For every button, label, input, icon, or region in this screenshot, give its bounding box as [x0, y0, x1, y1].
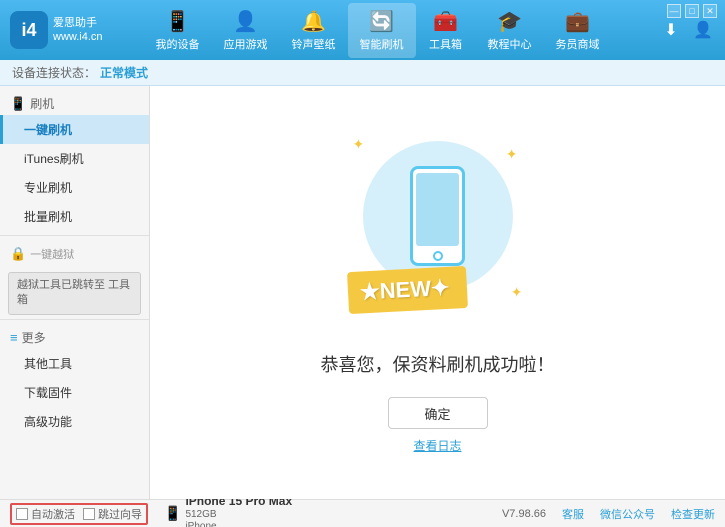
- sidebar-item-other-tools[interactable]: 其他工具: [0, 349, 149, 378]
- nav-toolbox[interactable]: 🧰 工具箱: [416, 3, 476, 58]
- footer: 自动激活 跳过向导 📱 iPhone 15 Pro Max 512GB iPho…: [0, 499, 725, 527]
- footer-checkbox-group: 自动激活 跳过向导: [10, 503, 148, 525]
- view-log-link[interactable]: 查看日志: [413, 437, 461, 454]
- phone-illustration: ✦ ✦ ✦ ★NEW✦: [348, 131, 528, 331]
- sidebar-item-itunes-flash[interactable]: iTunes刷机: [0, 144, 149, 173]
- sidebar-item-download-firmware[interactable]: 下载固件: [0, 378, 149, 407]
- toolbox-nav-icon: 🧰: [433, 9, 458, 34]
- app-header: i4 爱思助手 www.i4.cn 📱 我的设备 👤 应用游戏 🔔 铃声壁纸 🔄…: [0, 0, 725, 60]
- user-button[interactable]: 👤: [691, 18, 715, 42]
- device-type: iPhone: [185, 521, 292, 527]
- flash-nav-icon: 🔄: [369, 9, 394, 34]
- status-bar: 设备连接状态： 正常模式: [0, 60, 725, 86]
- close-button[interactable]: ✕: [703, 4, 717, 18]
- device-storage: 512GB: [185, 509, 292, 521]
- nav-tutorials[interactable]: 🎓 教程中心: [476, 3, 544, 58]
- nav-merchant[interactable]: 💼 务员商域: [544, 3, 612, 58]
- customer-service-link[interactable]: 客服: [562, 506, 584, 522]
- flash-section-icon: 📱: [10, 96, 26, 112]
- auto-activate-checkbox[interactable]: [16, 508, 28, 520]
- lock-icon: 🔒: [10, 246, 26, 262]
- more-section-icon: ≡: [10, 330, 18, 345]
- window-controls: — □ ✕: [667, 4, 717, 18]
- confirm-button[interactable]: 确定: [388, 397, 488, 429]
- header-right: ⬇ 👤: [635, 18, 715, 42]
- logo-area: i4 爱思助手 www.i4.cn: [10, 11, 120, 49]
- success-text: 恭喜您，保资料刷机成功啦！: [321, 351, 555, 377]
- sidebar-section-flash: 📱 刷机: [0, 90, 149, 115]
- nav-ringtones[interactable]: 🔔 铃声壁纸: [280, 3, 348, 58]
- guide-checkbox[interactable]: [83, 508, 95, 520]
- nav-apps-games[interactable]: 👤 应用游戏: [212, 3, 280, 58]
- new-banner-text: ★NEW✦: [359, 275, 450, 306]
- sidebar-jailbreak-notice: 越狱工具已跳转至 工具箱: [8, 272, 141, 315]
- ringtone-nav-icon: 🔔: [301, 9, 326, 34]
- apps-nav-icon: 👤: [233, 9, 258, 34]
- sidebar-divider-2: [0, 319, 149, 320]
- footer-device: 📱 iPhone 15 Pro Max 512GB iPhone: [164, 494, 292, 527]
- sidebar-item-pro-flash[interactable]: 专业刷机: [0, 173, 149, 202]
- nav-smart-flash[interactable]: 🔄 智能刷机: [348, 3, 416, 58]
- device-icon: 📱: [164, 505, 181, 522]
- phone-home-button: [433, 251, 443, 261]
- content-area: ✦ ✦ ✦ ★NEW✦ 恭喜您，保资料刷机成功啦！ 确定 查看日志: [150, 86, 725, 499]
- footer-left: 自动激活 跳过向导 📱 iPhone 15 Pro Max 512GB iPho…: [10, 494, 502, 527]
- sidebar: 📱 刷机 一键刷机 iTunes刷机 专业刷机 批量刷机 🔒 一键越狱: [0, 86, 150, 499]
- new-banner: ★NEW✦: [346, 266, 468, 314]
- minimize-button[interactable]: —: [667, 4, 681, 18]
- sparkle-icon-1: ✦: [353, 136, 365, 153]
- sparkle-icon-2: ✦: [506, 146, 518, 163]
- device-info: iPhone 15 Pro Max 512GB iPhone: [185, 494, 292, 527]
- status-label: 设备连接状态：: [12, 64, 96, 81]
- phone-body: [410, 166, 465, 266]
- sidebar-item-one-key-flash[interactable]: 一键刷机: [0, 115, 149, 144]
- footer-right: V7.98.66 客服 微信公众号 检查更新: [502, 506, 715, 522]
- sparkle-icon-3: ✦: [511, 284, 523, 301]
- nav-bar: 📱 我的设备 👤 应用游戏 🔔 铃声壁纸 🔄 智能刷机 🧰 工具箱 🎓: [120, 3, 635, 58]
- wechat-link[interactable]: 微信公众号: [600, 506, 655, 522]
- main-layout: 📱 刷机 一键刷机 iTunes刷机 专业刷机 批量刷机 🔒 一键越狱: [0, 86, 725, 499]
- sidebar-section-more: ≡ 更多: [0, 324, 149, 349]
- sidebar-item-batch-flash[interactable]: 批量刷机: [0, 202, 149, 231]
- logo-icon: i4: [10, 11, 48, 49]
- sidebar-item-advanced[interactable]: 高级功能: [0, 407, 149, 436]
- merchant-nav-icon: 💼: [565, 9, 590, 34]
- nav-my-device[interactable]: 📱 我的设备: [144, 3, 212, 58]
- sidebar-divider-1: [0, 235, 149, 236]
- download-button[interactable]: ⬇: [659, 18, 683, 42]
- logo-text: 爱思助手 www.i4.cn: [53, 16, 103, 45]
- tutorial-nav-icon: 🎓: [497, 9, 522, 34]
- check-update-link[interactable]: 检查更新: [671, 506, 715, 522]
- maximize-button[interactable]: □: [685, 4, 699, 18]
- sidebar-section-jailbreak: 🔒 一键越狱: [0, 240, 149, 268]
- phone-screen: [416, 173, 459, 246]
- auto-activate-label: 自动激活: [31, 506, 75, 522]
- status-value: 正常模式: [100, 64, 148, 81]
- device-nav-icon: 📱: [165, 9, 190, 34]
- version-label: V7.98.66: [502, 508, 546, 520]
- guide-label: 跳过向导: [98, 506, 142, 522]
